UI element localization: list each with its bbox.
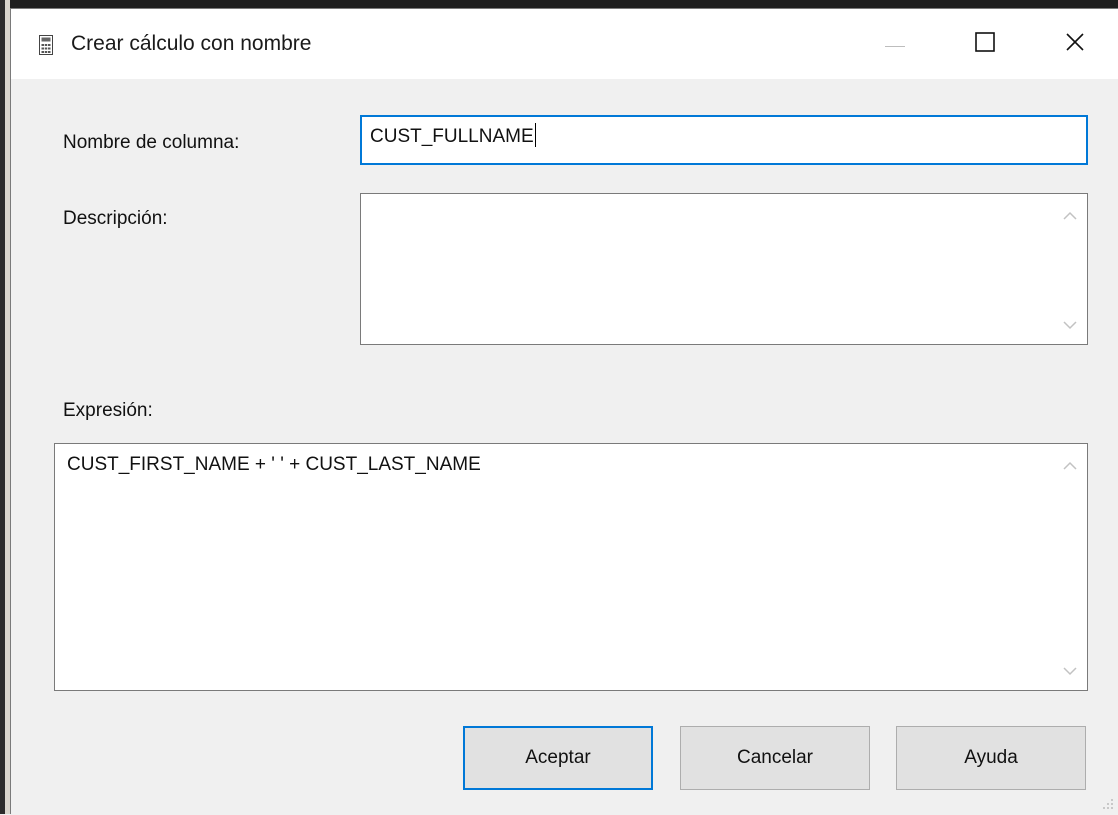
column-name-text: CUST_FULLNAME [370, 126, 534, 147]
minimize-icon [885, 35, 905, 53]
minimize-button[interactable] [851, 9, 939, 79]
column-name-input[interactable]: CUST_FULLNAME [360, 115, 1088, 165]
description-textarea[interactable] [360, 193, 1088, 345]
scroll-up-button[interactable] [1053, 198, 1087, 232]
resize-grip-icon[interactable] [1100, 796, 1114, 810]
description-scrollbar[interactable] [1053, 194, 1087, 344]
scroll-down-button[interactable] [1053, 308, 1087, 342]
chevron-down-icon [1063, 660, 1077, 682]
ok-button[interactable]: Aceptar [463, 726, 653, 790]
column-name-label: Nombre de columna: [63, 132, 240, 153]
description-label: Descripción: [63, 208, 168, 229]
expression-scrollbar[interactable] [1053, 444, 1087, 690]
title-bar: Crear cálculo con nombre [11, 9, 1118, 79]
background-app [0, 0, 10, 814]
maximize-button[interactable] [941, 9, 1029, 79]
column-name-value: CUST_FULLNAME [370, 123, 536, 150]
dialog-title: Crear cálculo con nombre [71, 32, 312, 55]
calculator-icon [39, 35, 53, 55]
text-caret [534, 123, 536, 147]
named-calculation-dialog: Crear cálculo con nombre Nombre de colum… [10, 8, 1118, 814]
expression-label: Expresión: [63, 400, 153, 421]
expression-value: CUST_FIRST_NAME + ' ' + CUST_LAST_NAME [67, 454, 481, 475]
close-button[interactable] [1031, 9, 1118, 79]
close-icon [1065, 32, 1085, 57]
help-button[interactable]: Ayuda [896, 726, 1086, 790]
chevron-down-icon [1063, 314, 1077, 336]
chevron-up-icon [1063, 204, 1077, 226]
scroll-down-button[interactable] [1053, 654, 1087, 688]
maximize-icon [975, 31, 995, 57]
cancel-button[interactable]: Cancelar [680, 726, 870, 790]
expression-textarea[interactable]: CUST_FIRST_NAME + ' ' + CUST_LAST_NAME [54, 443, 1088, 691]
chevron-up-icon [1063, 454, 1077, 476]
scroll-up-button[interactable] [1053, 448, 1087, 482]
